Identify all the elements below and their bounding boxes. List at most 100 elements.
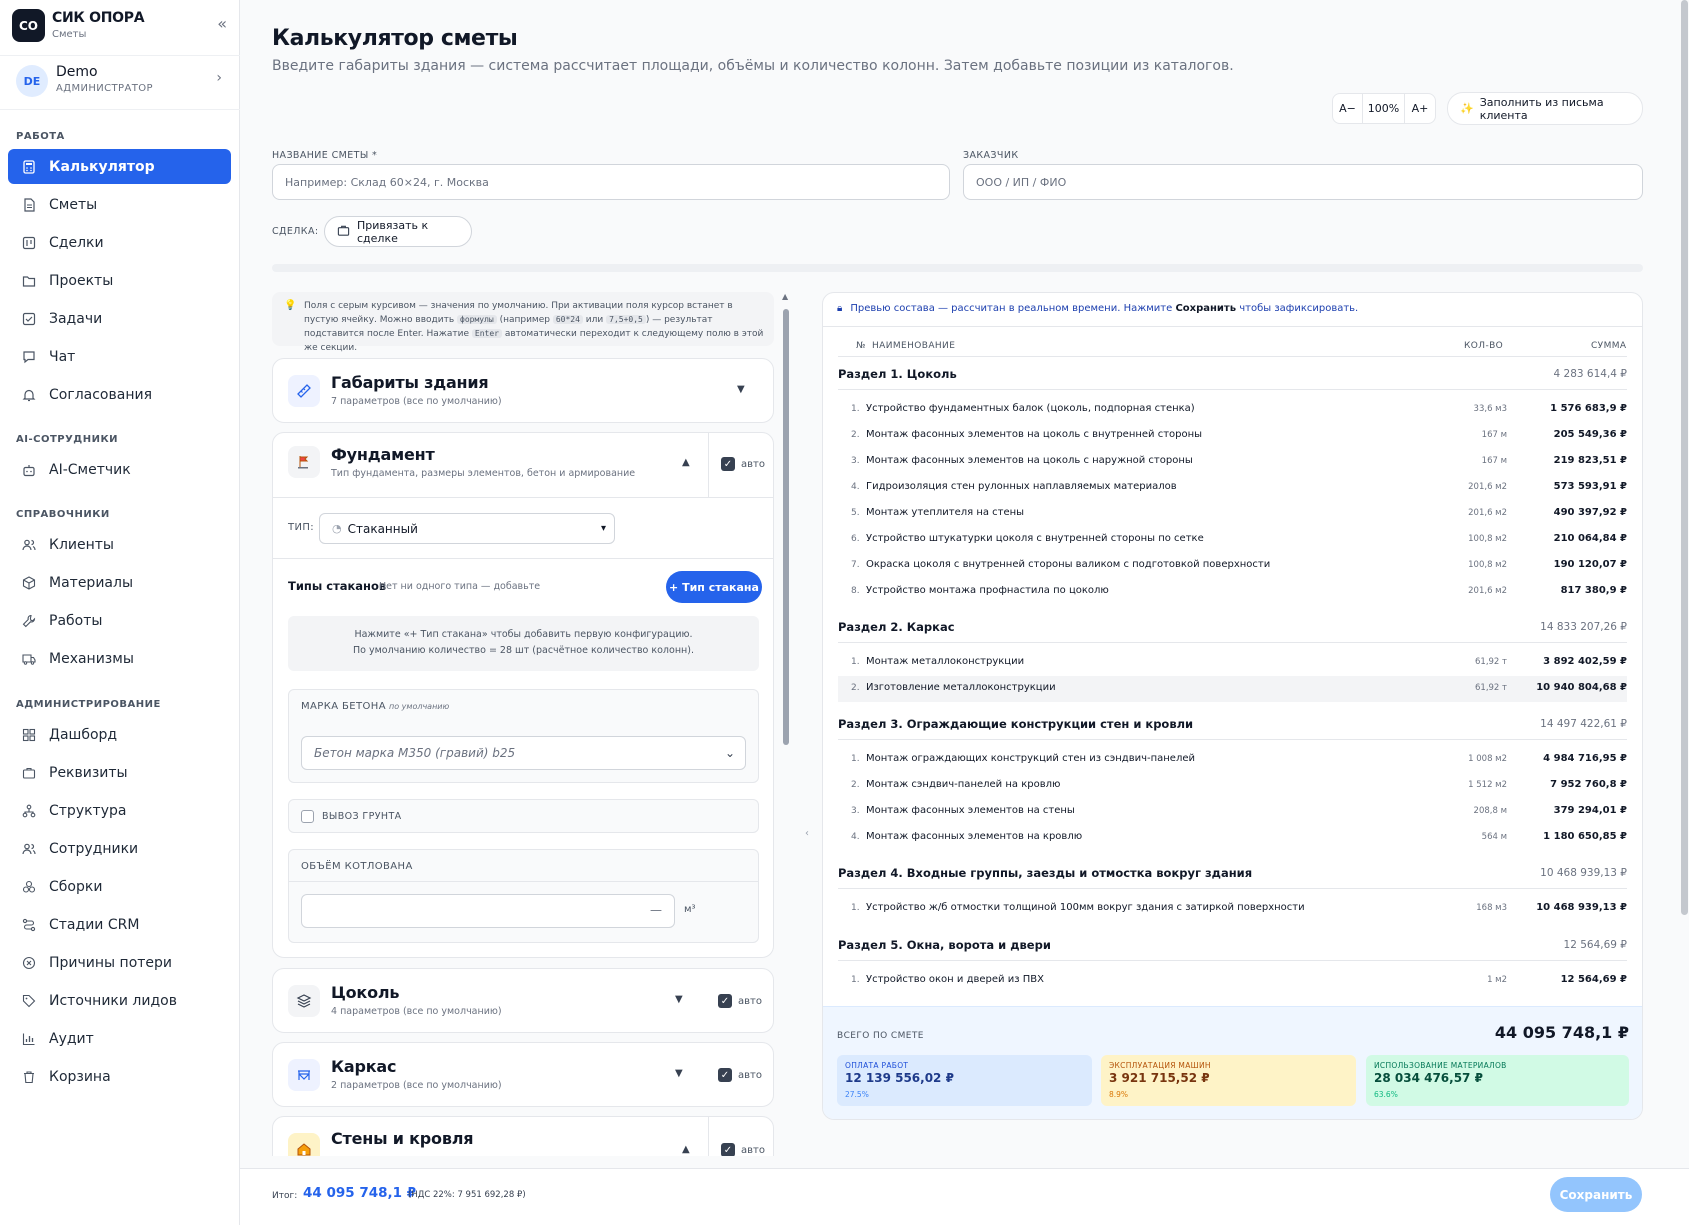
table-row[interactable]: 1. Устройство ж/б отмостки толщиной 100мм… [838, 896, 1627, 922]
scrollbar-thumb[interactable] [783, 309, 789, 745]
chevron-up-icon[interactable]: ▲ [682, 457, 690, 468]
row-sum: 219 823,51 ₽ [1553, 455, 1627, 466]
table-row[interactable]: 1. Монтаж металлоконструкции 61,92 т 3 892 … [838, 650, 1627, 676]
soil-removal-row[interactable]: ВЫВОЗ ГРУНТА [288, 799, 759, 833]
checkbox-unchecked-icon[interactable] [301, 810, 314, 823]
row-qty: 201,6 м2 [1468, 482, 1507, 492]
frame-auto-toggle[interactable]: ✓ авто [718, 1068, 762, 1082]
hint-text: (например [496, 315, 553, 325]
frame-card[interactable]: Каркас 2 параметров (все по умолчанию) ▼… [272, 1042, 774, 1107]
page-scrollbar[interactable] [1680, 0, 1689, 920]
table-row[interactable]: 4. Монтаж фасонных элементов на кровлю 564… [838, 825, 1627, 851]
collapse-sidebar-icon[interactable]: « [217, 14, 227, 33]
sidebar-item-estimates[interactable]: Сметы [8, 187, 231, 222]
hint-code: 60*24 [552, 315, 583, 324]
bar-chart-icon [21, 1031, 37, 1047]
sidebar-item-label: Проекты [49, 272, 114, 289]
walls-card[interactable]: Стены и кровля ▲ ✓ авто [272, 1116, 774, 1156]
totals-panel: ВСЕГО ПО СМЕТЕ 44 095 748,1 ₽ ОПЛАТА РАБ… [823, 1006, 1642, 1119]
sidebar-item-materials[interactable]: Материалы [8, 565, 231, 600]
row-qty: 168 м3 [1476, 903, 1507, 913]
col-sum-header: СУММА [1591, 341, 1627, 351]
sidebar-item-dashboard[interactable]: Дашборд [8, 717, 231, 752]
auto-label: авто [741, 458, 765, 470]
checkbox-checked-icon: ✓ [721, 457, 735, 471]
sidebar-item-label: Структура [49, 802, 127, 819]
sidebar-item-structure[interactable]: Структура [8, 793, 231, 828]
preview-panel: 🔒︎ Превью состава — рассчитан в реальном … [822, 292, 1643, 1120]
frame-icon [288, 1059, 320, 1091]
table-row[interactable]: 3. Монтаж фасонных элементов на цоколь с … [838, 449, 1627, 475]
foundation-type-select[interactable]: ◔ Стаканный ▾ [319, 513, 615, 544]
chevron-down-icon[interactable]: ▼ [675, 1068, 683, 1079]
sidebar-item-audit[interactable]: Аудит [8, 1021, 231, 1056]
row-number: 2. [851, 780, 860, 790]
plinth-title: Цоколь [331, 983, 400, 1002]
sidebar-item-works[interactable]: Работы [8, 603, 231, 638]
client-input[interactable]: ООО / ИП / ФИО [963, 164, 1643, 200]
sidebar-item-employees[interactable]: Сотрудники [8, 831, 231, 866]
table-row[interactable]: 1. Устройство окон и дверей из ПВХ 1 м2 12 … [838, 968, 1627, 994]
row-sum: 190 120,07 ₽ [1553, 559, 1627, 570]
table-row[interactable]: 8. Устройство монтажа профнастила по цоко… [838, 579, 1627, 605]
link-deal-button[interactable]: Привязать к сделке [324, 216, 472, 247]
table-row[interactable]: 7. Окраска цоколя с внутренней стороны ва… [838, 553, 1627, 579]
table-row[interactable]: 2. Монтаж сэндвич-панелей на кровлю 1 512 … [838, 773, 1627, 799]
table-row[interactable]: 5. Монтаж утеплителя на стены 201,6 м2 490 … [838, 501, 1627, 527]
table-row[interactable]: 1. Устройство фундаментных балок (цоколь,… [838, 397, 1627, 423]
page-title: Калькулятор сметы [272, 26, 518, 51]
section-resize-handle[interactable] [272, 264, 1643, 272]
user-name: Demo [56, 64, 98, 80]
dims-subtitle: 7 параметров (все по умолчанию) [331, 396, 502, 407]
scroll-up-icon[interactable]: ▲ [782, 292, 788, 301]
row-number: 6. [851, 534, 860, 544]
estimate-name-input[interactable]: Например: Склад 60×24, г. Москва [272, 164, 950, 200]
plinth-card[interactable]: Цоколь 4 параметров (все по умолчанию) ▼… [272, 968, 774, 1033]
app-header: СО СИК ОПОРА Сметы « [12, 8, 227, 42]
sidebar-item-approvals[interactable]: Согласования [8, 377, 231, 412]
sidebar-item-clients[interactable]: Клиенты [8, 527, 231, 562]
section-title: Раздел 2. Каркас [838, 620, 955, 634]
input-hint: 💡 Поля с серым курсивом — значения по ум… [272, 292, 774, 353]
foundation-auto-toggle[interactable]: ✓ авто [721, 457, 765, 471]
sidebar-item-label: Причины потери [49, 954, 173, 971]
chevron-down-icon[interactable]: ▼ [675, 994, 683, 1005]
sidebar-item-projects[interactable]: Проекты [8, 263, 231, 298]
sidebar-item-machines[interactable]: Механизмы [8, 641, 231, 676]
fill-from-email-button[interactable]: ✨ Заполнить из письма клиента [1447, 92, 1643, 125]
concrete-grade-select[interactable]: Бетон марка М350 (гравий) b25 ⌄ [301, 736, 746, 770]
sidebar-item-label: AI-Сметчик [49, 461, 131, 478]
page-scrollbar-thumb[interactable] [1681, 0, 1688, 915]
sidebar-item-trash[interactable]: Корзина [8, 1059, 231, 1094]
sidebar-item-lead-sources[interactable]: Источники лидов [8, 983, 231, 1018]
table-row[interactable]: 6. Устройство штукатурки цоколя с внутрен… [838, 527, 1627, 553]
sidebar-item-ai-estimator[interactable]: AI-Сметчик [8, 452, 231, 487]
table-row[interactable]: 1. Монтаж ограждающих конструкций стен из… [838, 747, 1627, 773]
sidebar-item-assemblies[interactable]: Сборки [8, 869, 231, 904]
sidebar-item-calculator[interactable]: Калькулятор [8, 149, 231, 184]
table-row[interactable]: 2. Изготовление металлоконструкции 61,92 т… [838, 676, 1627, 702]
panel-resize-handle[interactable]: ‹ [805, 828, 809, 839]
plinth-auto-toggle[interactable]: ✓ авто [718, 994, 762, 1008]
font-decrease-button[interactable]: A− [1333, 94, 1363, 123]
sidebar-item-requisites[interactable]: Реквизиты [8, 755, 231, 790]
table-row[interactable]: 4. Гидроизоляция стен рулонных наплавляем… [838, 475, 1627, 501]
table-row[interactable]: 2. Монтаж фасонных элементов на цоколь с … [838, 423, 1627, 449]
chevron-down-icon[interactable]: ▼ [737, 384, 745, 395]
save-button[interactable]: Сохранить [1550, 1177, 1642, 1212]
dims-card[interactable]: Габариты здания 7 параметров (все по умо… [272, 358, 774, 423]
chevron-up-icon[interactable]: ▲ [682, 1144, 690, 1155]
ruler-icon [288, 375, 320, 407]
font-increase-button[interactable]: A+ [1405, 94, 1435, 123]
sidebar-item-deals[interactable]: Сделки [8, 225, 231, 260]
table-row[interactable]: 3. Монтаж фасонных элементов на стены 208,… [838, 799, 1627, 825]
sidebar-item-crm-stages[interactable]: Стадии CRM [8, 907, 231, 942]
user-card[interactable]: DE Demo АДМИНИСТРАТОР › [0, 55, 240, 110]
parameters-scrollbar[interactable]: ▲ [781, 292, 791, 780]
sidebar-item-chat[interactable]: Чат [8, 339, 231, 374]
pit-volume-input[interactable]: — [301, 894, 675, 928]
add-glass-type-button[interactable]: + Тип стакана [666, 571, 762, 603]
sidebar-item-tasks[interactable]: Задачи [8, 301, 231, 336]
walls-auto-toggle[interactable]: ✓ авто [721, 1143, 765, 1156]
sidebar-item-loss-reasons[interactable]: Причины потери [8, 945, 231, 980]
